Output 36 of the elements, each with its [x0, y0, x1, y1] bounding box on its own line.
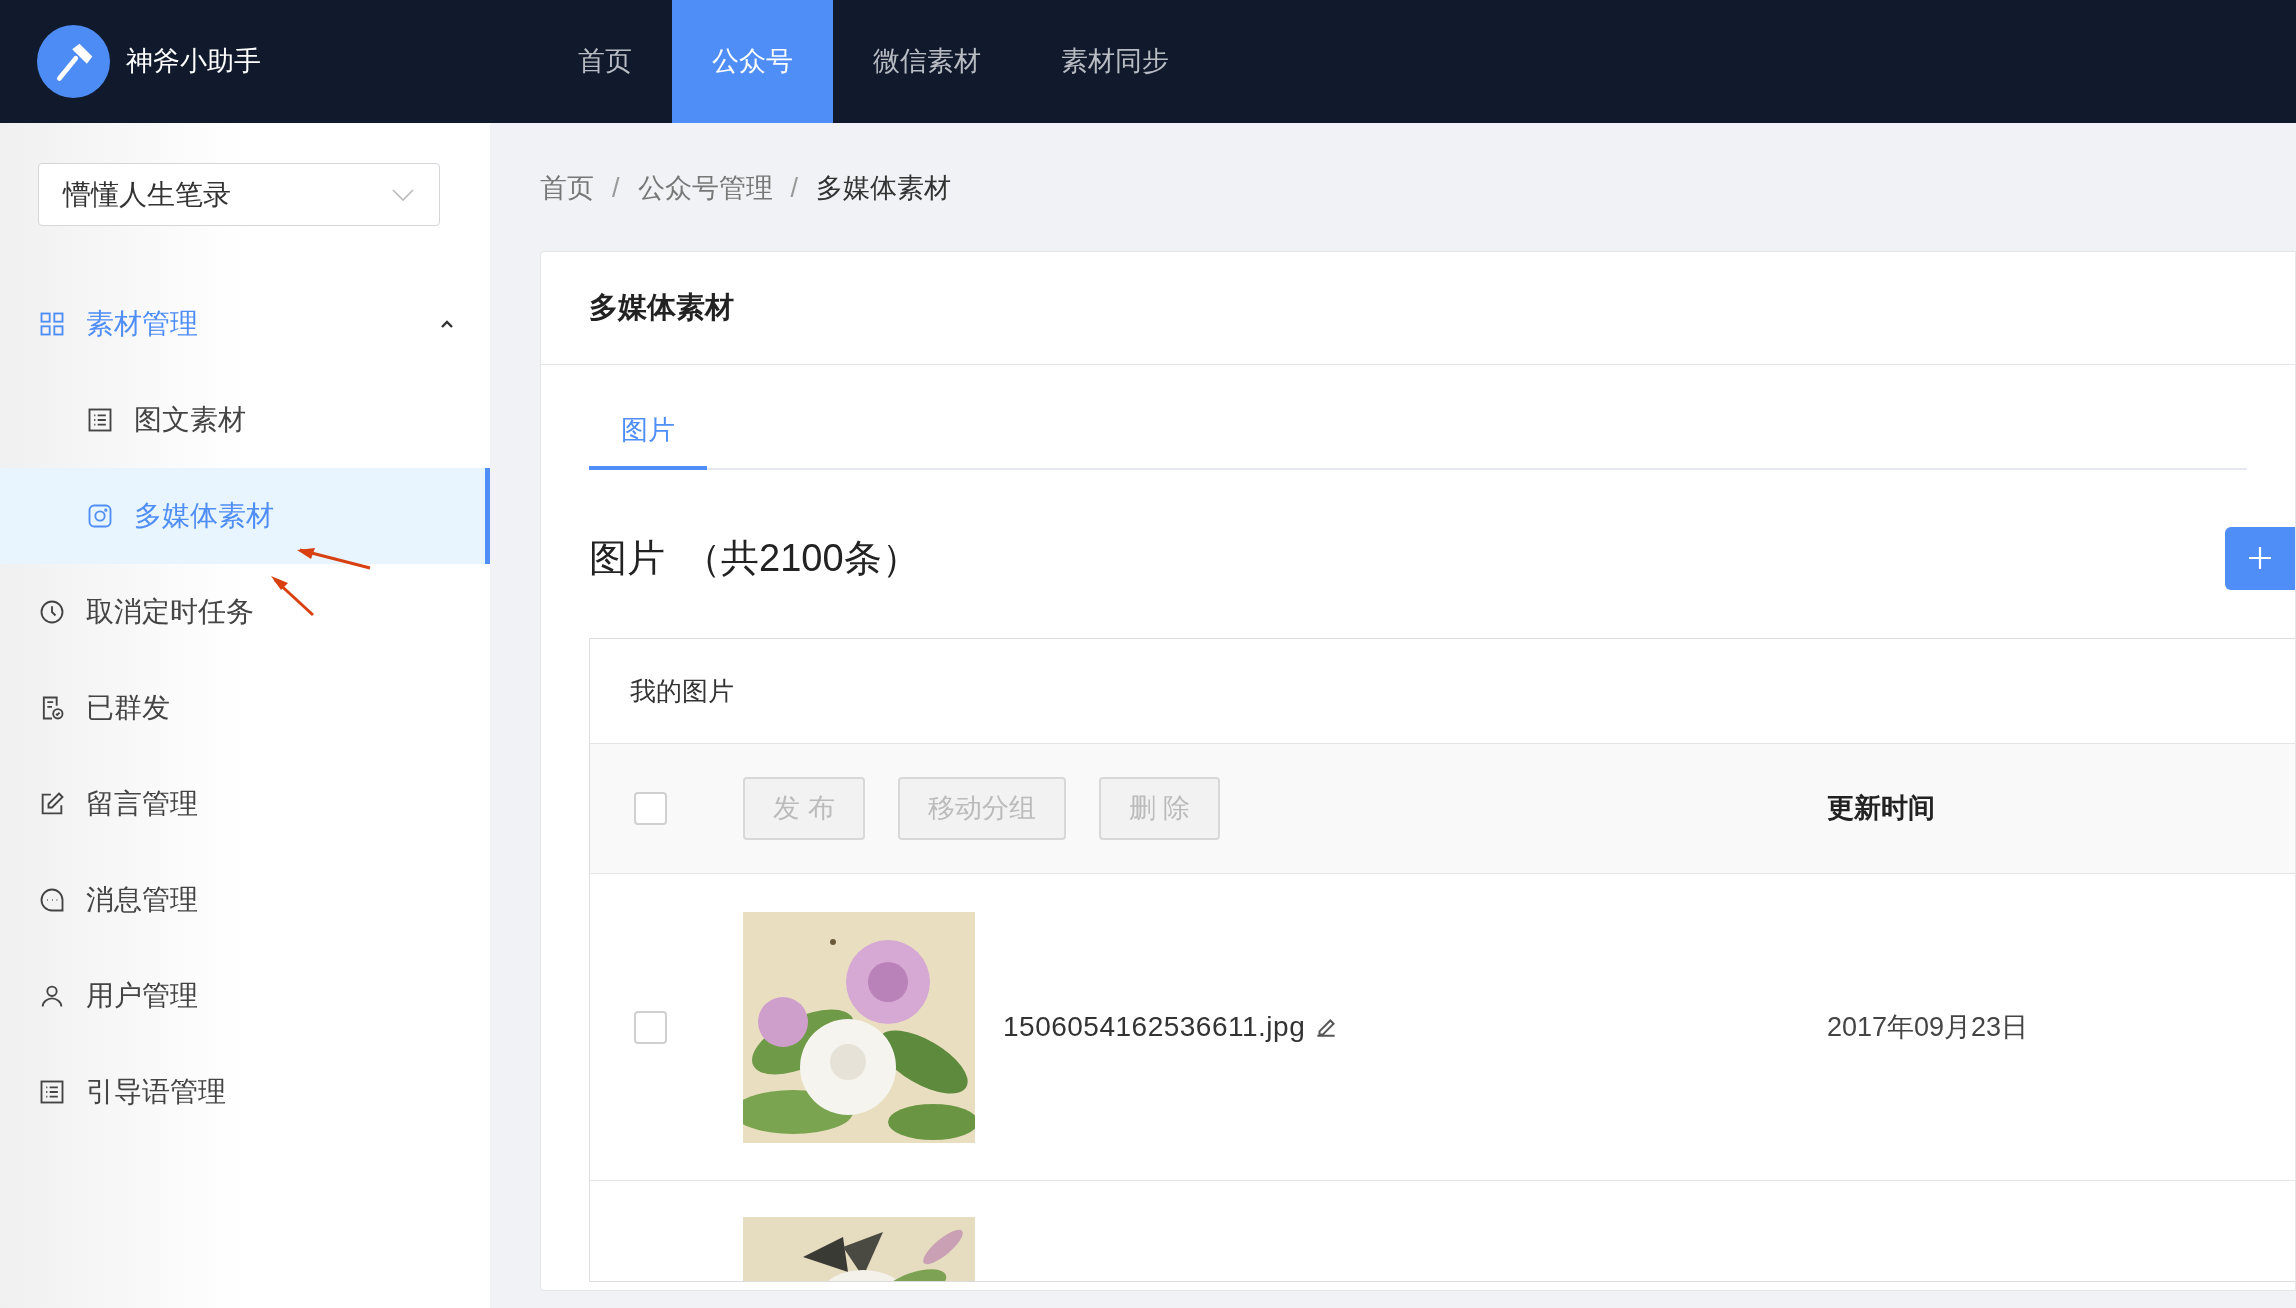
- nav-tab[interactable]: 微信素材: [833, 0, 1021, 123]
- menu-item[interactable]: 已群发: [0, 660, 490, 756]
- clock-icon: [38, 598, 66, 626]
- nav-tab[interactable]: 素材同步: [1021, 0, 1209, 123]
- list-icon: [38, 1078, 66, 1106]
- breadcrumb-separator: /: [790, 171, 799, 205]
- camera-icon: [86, 502, 114, 530]
- chevron-down-icon: [391, 187, 415, 202]
- breadcrumb-separator: /: [612, 171, 620, 205]
- menu-item[interactable]: 用户管理: [0, 948, 490, 1044]
- submenu-item[interactable]: 图文素材: [0, 372, 490, 468]
- menu-item[interactable]: 消息管理: [0, 852, 490, 948]
- add-button[interactable]: [2225, 526, 2295, 590]
- group-title: 我的图片: [630, 674, 734, 708]
- list-icon: [86, 406, 114, 434]
- chevron-up-icon: [440, 319, 454, 329]
- chat-bubble-icon: [38, 886, 66, 914]
- breadcrumb-link[interactable]: 首页: [540, 167, 594, 209]
- file-name: 1506054162536611.jpg: [1003, 1010, 1306, 1044]
- nav-tab[interactable]: 首页: [538, 0, 672, 123]
- menu-item[interactable]: 引导语管理: [0, 1044, 490, 1140]
- section-title: 图片: [589, 535, 665, 581]
- plus-icon: [2247, 545, 2273, 571]
- current-page-label: 多媒体素材: [816, 171, 952, 205]
- checkbox[interactable]: [634, 792, 667, 825]
- menu-item[interactable]: 取消定时任务: [0, 564, 490, 660]
- grid-icon: [38, 310, 66, 338]
- column-header: 更新时间: [1827, 792, 1935, 826]
- breadcrumb-link[interactable]: 公众号管理: [637, 167, 773, 209]
- menu-item[interactable]: 留言管理: [0, 756, 490, 852]
- item-count: （共2100条）: [683, 535, 920, 581]
- app-name: 神斧小助手: [126, 45, 261, 79]
- account-dropdown[interactable]: 懵懂人生笔录: [38, 163, 440, 226]
- card-title: 多媒体素材: [589, 290, 734, 326]
- update-date: 2017年09月23日: [1827, 1010, 2029, 1044]
- checkbox[interactable]: [634, 1010, 667, 1044]
